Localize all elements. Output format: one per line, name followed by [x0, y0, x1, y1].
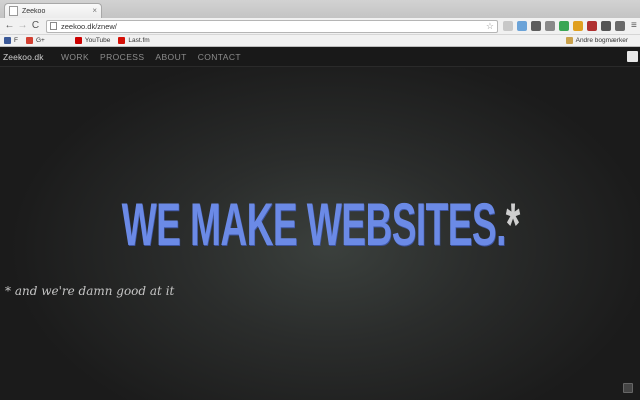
google-plus-icon: [25, 37, 33, 44]
folder-icon: [565, 37, 573, 44]
extension-1-icon[interactable]: [503, 21, 513, 31]
browser-tab[interactable]: Zeekoo ×: [4, 3, 102, 18]
forward-button[interactable]: →: [16, 20, 29, 33]
nav-work[interactable]: WORK: [61, 52, 89, 62]
url-text: zeekoo.dk/znew/: [61, 21, 117, 31]
youtube-icon: [74, 37, 82, 44]
extension-6-icon[interactable]: [573, 21, 583, 31]
browser-toolbar: ← → C zeekoo.dk/znew/ ☆ ≡: [0, 18, 640, 35]
tab-close-icon[interactable]: ×: [92, 7, 97, 15]
nav-contact[interactable]: CONTACT: [198, 52, 241, 62]
hero-headline: WE MAKE WEBSITES.*: [121, 190, 521, 259]
website: Zeekoo.dk WORK PROCESS ABOUT CONTACT WE …: [0, 48, 640, 400]
bookmarks-bar: F G+ YouTube Last.fm Andre bogmærker: [0, 35, 640, 47]
browser-menu-icon[interactable]: ≡: [631, 21, 637, 31]
bookmark-youtube[interactable]: YouTube: [74, 37, 110, 44]
address-bar[interactable]: zeekoo.dk/znew/ ☆: [46, 19, 498, 33]
extension-3-icon[interactable]: [531, 21, 541, 31]
site-navbar: Zeekoo.dk WORK PROCESS ABOUT CONTACT: [0, 48, 640, 67]
other-bookmarks[interactable]: Andre bogmærker: [565, 37, 628, 44]
page-favicon-icon: [9, 6, 18, 16]
corner-widget-icon[interactable]: [623, 383, 633, 393]
back-button[interactable]: ←: [3, 20, 16, 33]
bookmark-facebook[interactable]: F: [4, 37, 18, 44]
pocket-icon[interactable]: [587, 21, 597, 31]
extension-4-icon[interactable]: [545, 21, 555, 31]
reload-button[interactable]: C: [29, 20, 42, 33]
extension-8-icon[interactable]: [601, 21, 611, 31]
bookmark-google-plus[interactable]: G+: [25, 37, 45, 44]
extension-9-icon[interactable]: [615, 21, 625, 31]
extension-5-icon[interactable]: [559, 21, 569, 31]
site-logo[interactable]: Zeekoo.dk: [3, 52, 61, 62]
bookmark-lastfm[interactable]: Last.fm: [118, 37, 150, 44]
bookmark-star-icon[interactable]: ☆: [486, 21, 494, 31]
nav-about[interactable]: ABOUT: [155, 52, 186, 62]
facebook-icon: [4, 37, 11, 44]
headline-text: WE MAKE WEBSITES.: [121, 191, 507, 258]
badge-icon[interactable]: [627, 51, 638, 62]
page-icon: [50, 22, 57, 30]
lastfm-icon: [118, 37, 126, 44]
headline-asterisk: *: [505, 191, 520, 258]
nav-process[interactable]: PROCESS: [100, 52, 144, 62]
hero-tagline: * and we're damn good at it: [5, 284, 175, 298]
extension-2-icon[interactable]: [517, 21, 527, 31]
tab-title: Zeekoo: [22, 7, 46, 15]
browser-tab-strip: Zeekoo ×: [0, 0, 640, 18]
extension-icons: [503, 21, 629, 31]
